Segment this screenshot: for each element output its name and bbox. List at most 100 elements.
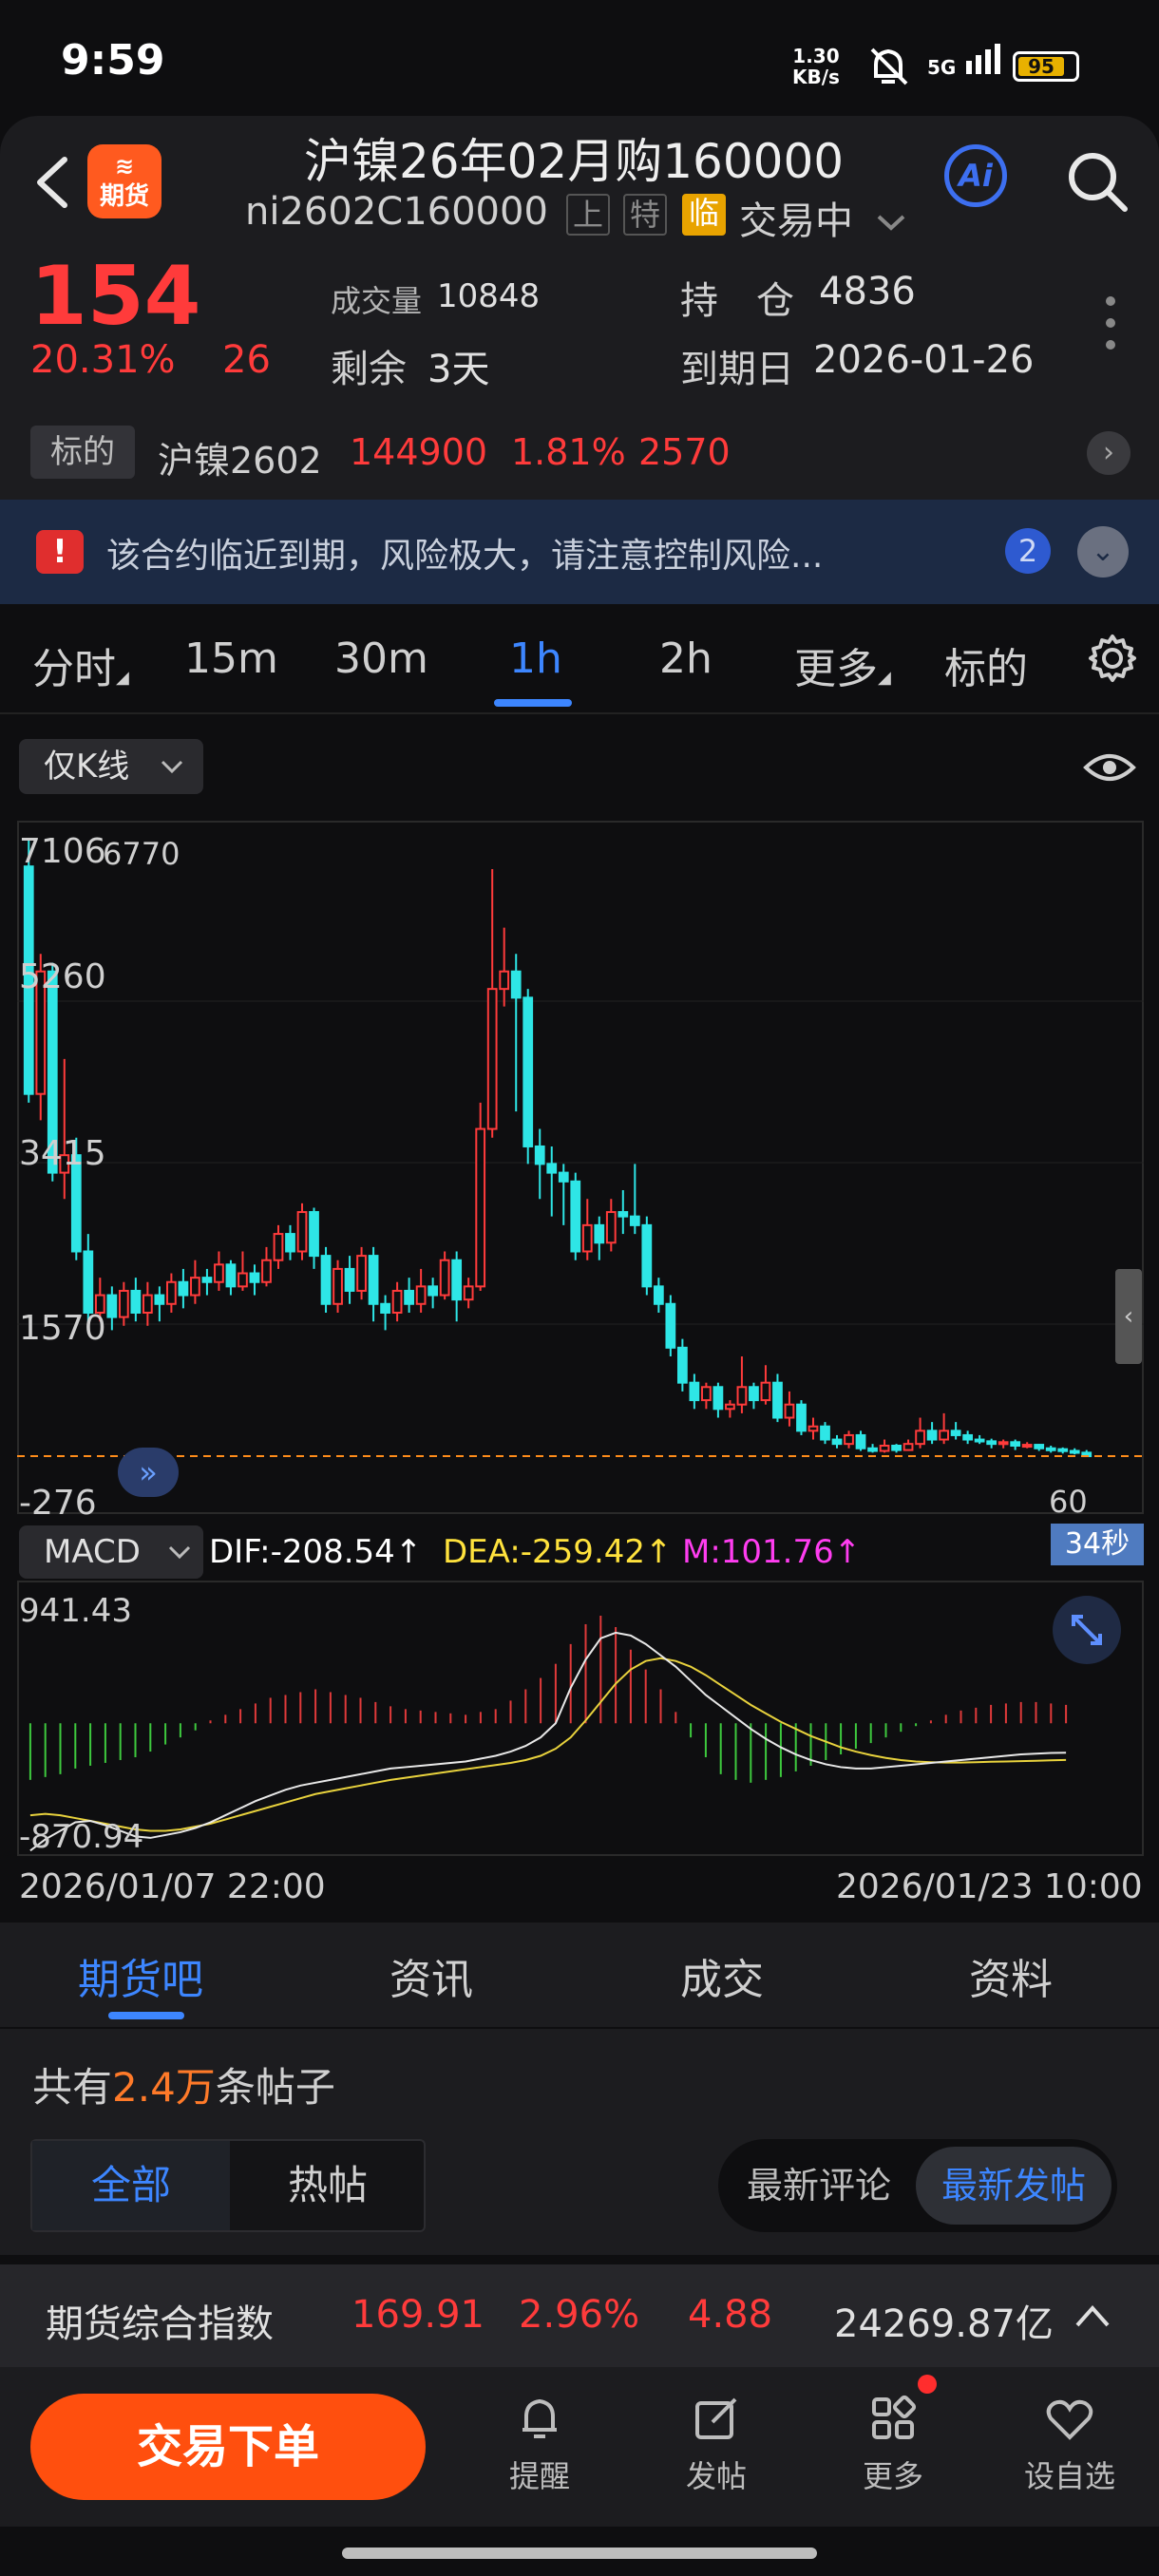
battery-level: 95 [1018,57,1064,76]
candle [499,970,510,991]
scroll-latest-button[interactable]: » [118,1448,179,1497]
candle [320,1255,332,1305]
candle [130,1289,142,1314]
tab-futures-forum[interactable]: 期货吧 [78,1945,203,2006]
candle [902,1443,914,1451]
candle [855,1433,866,1449]
composite-index-bar[interactable]: 期货综合指数 169.91 2.96% 4.88 24269.87亿 [0,2264,1159,2367]
candle [950,1430,961,1436]
bottom-navigation: 交易下单 提醒 发帖 更多 设自选 [0,2367,1159,2527]
expiry-label: 到期日 [680,348,794,391]
candle [522,996,534,1147]
search-icon[interactable] [1066,150,1129,213]
status-time: 9:59 [61,36,165,85]
more-options-icon[interactable] [1106,296,1115,362]
app-header: ≋ 期货 沪镍26年02月购160000 ni2602C160000 上 特 临… [0,116,1159,249]
nav-watchlist-label: 设自选 [1023,2458,1115,2494]
network-speed: 1.30 KB/s [792,46,840,87]
gear-icon[interactable] [1087,633,1138,684]
nav-post[interactable]: 发帖 [659,2392,773,2496]
tab-2h[interactable]: 2h [659,635,712,683]
candle [915,1430,925,1446]
sort-latest-post-button[interactable]: 最新发帖 [916,2147,1112,2225]
tab-timeshare-label: 分时 [32,645,116,693]
candle [380,1302,390,1314]
tab-info[interactable]: 资料 [969,1945,1053,2006]
side-handle[interactable]: ‹ [1115,1269,1142,1364]
sort-latest-comment-button[interactable]: 最新评论 [747,2139,891,2232]
candle [831,1438,843,1446]
chevron-right-icon[interactable]: › [1087,431,1130,475]
remaining-value: 3天 [428,348,490,391]
candle [1057,1448,1069,1452]
kline-mode-label: 仅K线 [44,748,130,786]
warning-text: 该合约临近到期，风险极大，请注意控制风险... [106,537,824,576]
tab-timeshare[interactable]: 分时◢ [32,635,129,695]
warning-icon: ! [36,530,84,574]
underlying-row[interactable]: 标的 沪镍2602 144900 1.81% 2570 › [0,408,1159,500]
eye-icon[interactable] [1083,750,1136,785]
nav-remind[interactable]: 提醒 [483,2392,597,2496]
candle [808,1425,819,1432]
candle [581,1223,593,1253]
back-arrow-icon[interactable] [27,152,76,213]
battery-icon: 95 [1013,51,1079,82]
tab-news[interactable]: 资讯 [390,1945,473,2006]
kline-chart[interactable] [17,821,1144,1514]
candle [451,1259,463,1301]
logo-label: 期货 [99,182,149,211]
y-axis-label: 3415 [19,1134,106,1173]
filter-hot-button[interactable]: 热帖 [230,2141,426,2230]
ai-assistant-button[interactable]: Ai [944,144,1007,207]
content-tabs: 期货吧 资讯 成交 资料 [0,1923,1159,2027]
candle [820,1425,830,1441]
open-interest-label: 持 仓 [680,279,794,323]
place-order-button[interactable]: 交易下单 [30,2394,426,2500]
remaining-label: 剩余 [331,348,407,391]
candle [391,1289,403,1314]
candle [166,1280,177,1305]
index-name: 期货综合指数 [46,2302,274,2346]
candle [238,1272,248,1288]
index-amount: 24269.87亿 [834,2302,1054,2346]
macd-min-label: -870.94 [19,1818,144,1856]
candle [641,1223,653,1288]
candle [736,1386,748,1406]
logo-mark-icon: ≋ [114,153,135,180]
tab-30m[interactable]: 30m [334,635,428,683]
candle [701,1386,712,1402]
chevron-up-icon[interactable] [1074,2302,1112,2329]
tab-15m[interactable]: 15m [184,635,278,683]
tab-more[interactable]: 更多◢ [794,635,891,695]
candle [772,1381,783,1419]
trade-status[interactable]: 交易中 [739,190,907,245]
expand-chevron-icon[interactable]: ⌄ [1077,526,1129,578]
indicator-select[interactable]: MACD [19,1525,203,1579]
nav-watchlist[interactable]: 设自选 [1013,2392,1127,2496]
kline-mode-select[interactable]: 仅K线 [19,739,203,794]
tab-underlying[interactable]: 标的 [944,635,1028,695]
risk-warning-banner[interactable]: ! 该合约临近到期，风险极大，请注意控制风险... 2 ⌄ [0,500,1159,604]
tab-1h[interactable]: 1h [509,635,562,683]
period-tabs: 分时◢ 15m 30m 1h 2h 更多◢ 标的 [0,604,1159,714]
near-expiry-tag: 临 [682,194,726,236]
macd-m-value: M:101.76↑ [682,1533,862,1571]
nav-more[interactable]: 更多 [836,2392,950,2496]
candle [629,1215,640,1226]
candle [261,1259,272,1283]
candle [689,1381,700,1402]
underlying-price: 144900 [350,431,488,473]
filter-all-button[interactable]: 全部 [32,2141,230,2230]
candle [142,1294,153,1314]
candle [296,1211,308,1253]
candle [998,1441,1009,1446]
candle [939,1430,949,1441]
mute-bell-icon [870,47,908,85]
macd-chart[interactable] [17,1581,1144,1856]
fullscreen-icon[interactable] [1053,1596,1121,1664]
tab-trades[interactable]: 成交 [680,1945,764,2006]
y-axis-label: 1570 [19,1309,106,1348]
exchange-tag: 上 [566,194,610,236]
dea-line [29,1657,1067,1832]
candle [285,1233,295,1253]
